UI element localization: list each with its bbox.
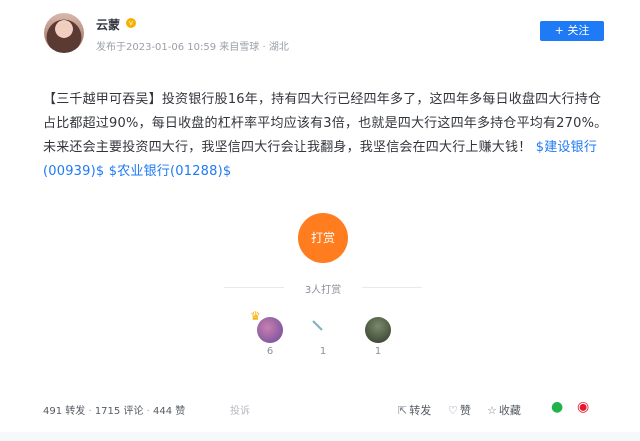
post-tag: 【三千越甲可吞吴】 (43, 92, 162, 107)
repost-button[interactable]: ⇱ 转发 (398, 402, 431, 418)
comment-count[interactable]: 1715 评论 (95, 406, 144, 417)
share-icon: ⇱ (398, 404, 408, 417)
donor-image-icon (312, 320, 323, 331)
wechat-icon[interactable]: ● (551, 399, 563, 415)
reward-button[interactable]: 打赏 (298, 213, 348, 263)
post-body: 【三千越甲可吞吴】投资银行股16年，持有四大行已经四年多了，这四年多每日收盘四大… (43, 88, 608, 184)
reward-count: 3人打赏 (304, 285, 342, 296)
weibo-icon[interactable]: ◉ (577, 399, 589, 415)
post-stats: 491 转发 · 1715 评论 · 444 赞 (43, 406, 186, 417)
like-button[interactable]: ♡ 赞 (448, 402, 471, 418)
donor-count: 6 (266, 346, 274, 357)
donor-count: 1 (374, 346, 382, 357)
repost-label: 转发 (409, 404, 432, 417)
favorite-button[interactable]: ☆ 收藏 (487, 402, 521, 418)
star-icon: ☆ (487, 404, 497, 417)
post-meta: 发布于2023-01-06 10:59 来自雪球 · 湖北 (96, 42, 289, 53)
favorite-label: 收藏 (498, 404, 521, 417)
divider (224, 287, 284, 288)
donor-count: 1 (319, 346, 327, 357)
donor-avatar[interactable] (365, 317, 391, 343)
avatar[interactable] (44, 13, 84, 53)
stock-link-abc[interactable]: $农业银行(01288)$ (109, 164, 232, 179)
thumb-up-icon: ♡ (448, 404, 458, 417)
author-name[interactable]: 云蒙 (96, 16, 120, 33)
donor-avatar[interactable] (257, 317, 283, 343)
report-link[interactable]: 投诉 (230, 402, 250, 417)
donor-avatar[interactable] (310, 318, 344, 340)
follow-button[interactable]: + 关注 (540, 21, 604, 41)
footer-divider (0, 432, 640, 441)
like-count[interactable]: 444 赞 (153, 406, 185, 417)
repost-count[interactable]: 491 转发 (43, 406, 85, 417)
like-label: 赞 (459, 404, 471, 417)
verified-badge: v (126, 18, 136, 28)
divider (362, 287, 422, 288)
